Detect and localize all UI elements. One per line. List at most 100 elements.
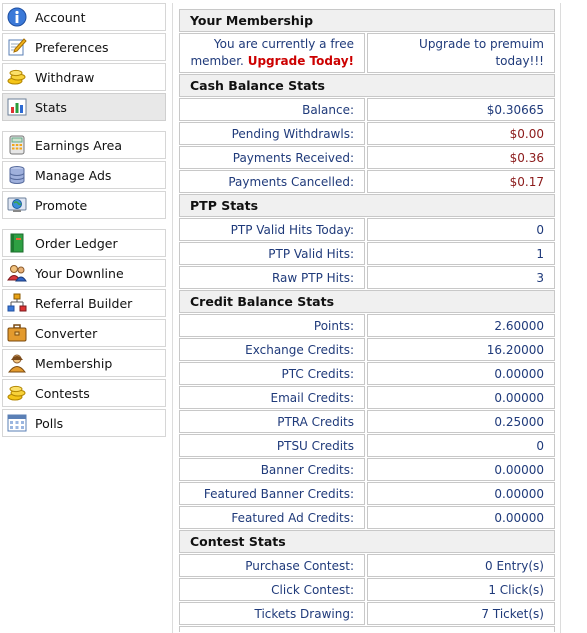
stat-label: Tickets Drawing: [179, 602, 365, 625]
stat-value: 1 [367, 242, 555, 265]
stat-label: Banner Credits: [179, 458, 365, 481]
stat-label: Pending Withdrawls: [179, 122, 365, 145]
sidebar-item-label: Stats [35, 99, 67, 115]
sidebar-item-stats[interactable]: Stats [2, 93, 166, 121]
stat-label: Featured Banner Credits: [179, 482, 365, 505]
sidebar-item-preferences[interactable]: Preferences [2, 33, 166, 61]
stat-row-ptp-valid-hits: PTP Valid Hits: 1 [179, 242, 555, 265]
stat-row-balance: Balance: $0.30665 [179, 98, 555, 121]
sidebar-item-your-downline[interactable]: Your Downline [2, 259, 166, 287]
stat-row-featured-banner-credits: Featured Banner Credits: 0.00000 [179, 482, 555, 505]
stat-row-ptp-valid-hits-today: PTP Valid Hits Today: 0 [179, 218, 555, 241]
stat-value: 0 [367, 218, 555, 241]
stat-value: $0.00 [367, 122, 555, 145]
stats-content: Your Membership You are currently a free… [172, 3, 561, 633]
stat-label: Purchase Contest: [179, 554, 365, 577]
sidebar-item-promote[interactable]: Promote [2, 191, 166, 219]
stat-row-ptra-credits: PTRA Credits 0.25000 [179, 410, 555, 433]
stat-label: PTP Valid Hits Today: [179, 218, 365, 241]
membership-header: Your Membership [179, 9, 555, 32]
stat-value: $0.36 [367, 146, 555, 169]
stat-label: PTRA Credits [179, 410, 365, 433]
membership-status: You are currently a free member. Upgrade… [179, 33, 365, 73]
stat-value: 0.00000 [367, 482, 555, 505]
sidebar-item-polls[interactable]: Polls [2, 409, 166, 437]
stat-row-email-credits: Email Credits: 0.00000 [179, 386, 555, 409]
coins-icon [6, 66, 28, 88]
stat-row-raw-ptp-hits: Raw PTP Hits: 3 [179, 266, 555, 289]
stat-value: 0.00000 [367, 506, 555, 529]
globe-icon [6, 194, 28, 216]
stat-label: PTP Valid Hits: [179, 242, 365, 265]
stat-value: 0.25000 [367, 410, 555, 433]
sidebar-item-referral-builder[interactable]: Referral Builder [2, 289, 166, 317]
stat-row-payments-received: Payments Received: $0.36 [179, 146, 555, 169]
sidebar-item-label: Polls [35, 415, 64, 431]
sidebar-item-label: Converter [35, 325, 98, 341]
stat-label: PTC Credits: [179, 362, 365, 385]
stat-value: 7 Ticket(s) [367, 602, 555, 625]
credit-balance-header: Credit Balance Stats [179, 290, 555, 313]
stat-value: 16.20000 [367, 338, 555, 361]
membership-row: You are currently a free member. Upgrade… [179, 33, 555, 73]
pencil-icon [6, 36, 28, 58]
stat-label: Raw PTP Hits: [179, 266, 365, 289]
stat-value: 0.00000 [367, 386, 555, 409]
sidebar-item-manage-ads[interactable]: Manage Ads [2, 161, 166, 189]
stat-row-tickets-drawing: Tickets Drawing: 7 Ticket(s) [179, 602, 555, 625]
stat-value: 1 Click(s) [367, 578, 555, 601]
sidebar-item-label: Manage Ads [35, 167, 112, 183]
stats-panel: Your Membership You are currently a free… [179, 9, 555, 632]
stat-row-pending-withdrawls: Pending Withdrawls: $0.00 [179, 122, 555, 145]
section-divider [179, 626, 555, 632]
stat-value: $0.30665 [367, 98, 555, 121]
sidebar-item-order-ledger[interactable]: Order Ledger [2, 229, 166, 257]
nav-group-account: Account Preferences Withdraw Stats [2, 3, 166, 121]
sidebar-item-account[interactable]: Account [2, 3, 166, 31]
stat-value: 0 [367, 434, 555, 457]
nav-group-referrals: Order Ledger Your Downline Referral Buil… [2, 229, 166, 437]
stat-value: 0.00000 [367, 362, 555, 385]
sidebar-nav: Account Preferences Withdraw Stats Earni… [2, 3, 166, 447]
sidebar-item-earnings-area[interactable]: Earnings Area [2, 131, 166, 159]
stat-value: 3 [367, 266, 555, 289]
stat-label: Click Contest: [179, 578, 365, 601]
ptp-stats-header: PTP Stats [179, 194, 555, 217]
stat-row-points: Points: 2.60000 [179, 314, 555, 337]
nav-group-earnings: Earnings Area Manage Ads Promote [2, 131, 166, 219]
stat-value: $0.17 [367, 170, 555, 193]
users-icon [6, 262, 28, 284]
info-icon [6, 6, 28, 28]
sidebar-item-label: Membership [35, 355, 113, 371]
sidebar-item-label: Your Downline [35, 265, 124, 281]
ledger-icon [6, 232, 28, 254]
stat-label: Exchange Credits: [179, 338, 365, 361]
sidebar-item-label: Referral Builder [35, 295, 133, 311]
briefcase-icon [6, 322, 28, 344]
stat-row-banner-credits: Banner Credits: 0.00000 [179, 458, 555, 481]
sidebar-item-label: Contests [35, 385, 90, 401]
stat-label: Email Credits: [179, 386, 365, 409]
stat-row-featured-ad-credits: Featured Ad Credits: 0.00000 [179, 506, 555, 529]
stat-row-ptc-credits: PTC Credits: 0.00000 [179, 362, 555, 385]
sitemap-icon [6, 292, 28, 314]
sidebar-item-converter[interactable]: Converter [2, 319, 166, 347]
upgrade-premium-link[interactable]: Upgrade to premuim today!!! [367, 33, 555, 73]
sidebar-item-withdraw[interactable]: Withdraw [2, 63, 166, 91]
sidebar-item-label: Earnings Area [35, 137, 122, 153]
database-icon [6, 164, 28, 186]
cash-balance-header: Cash Balance Stats [179, 74, 555, 97]
upgrade-today-link[interactable]: Upgrade Today! [248, 54, 354, 68]
stat-label: Featured Ad Credits: [179, 506, 365, 529]
sidebar-item-contests[interactable]: Contests [2, 379, 166, 407]
contest-stats-header: Contest Stats [179, 530, 555, 553]
calculator-icon [6, 134, 28, 156]
stat-row-ptsu-credits: PTSU Credits 0 [179, 434, 555, 457]
coins-icon [6, 382, 28, 404]
sidebar-item-membership[interactable]: Membership [2, 349, 166, 377]
stat-value: 0.00000 [367, 458, 555, 481]
sidebar-item-label: Promote [35, 197, 88, 213]
stat-row-exchange-credits: Exchange Credits: 16.20000 [179, 338, 555, 361]
sidebar-item-label: Account [35, 9, 86, 25]
stat-label: Balance: [179, 98, 365, 121]
